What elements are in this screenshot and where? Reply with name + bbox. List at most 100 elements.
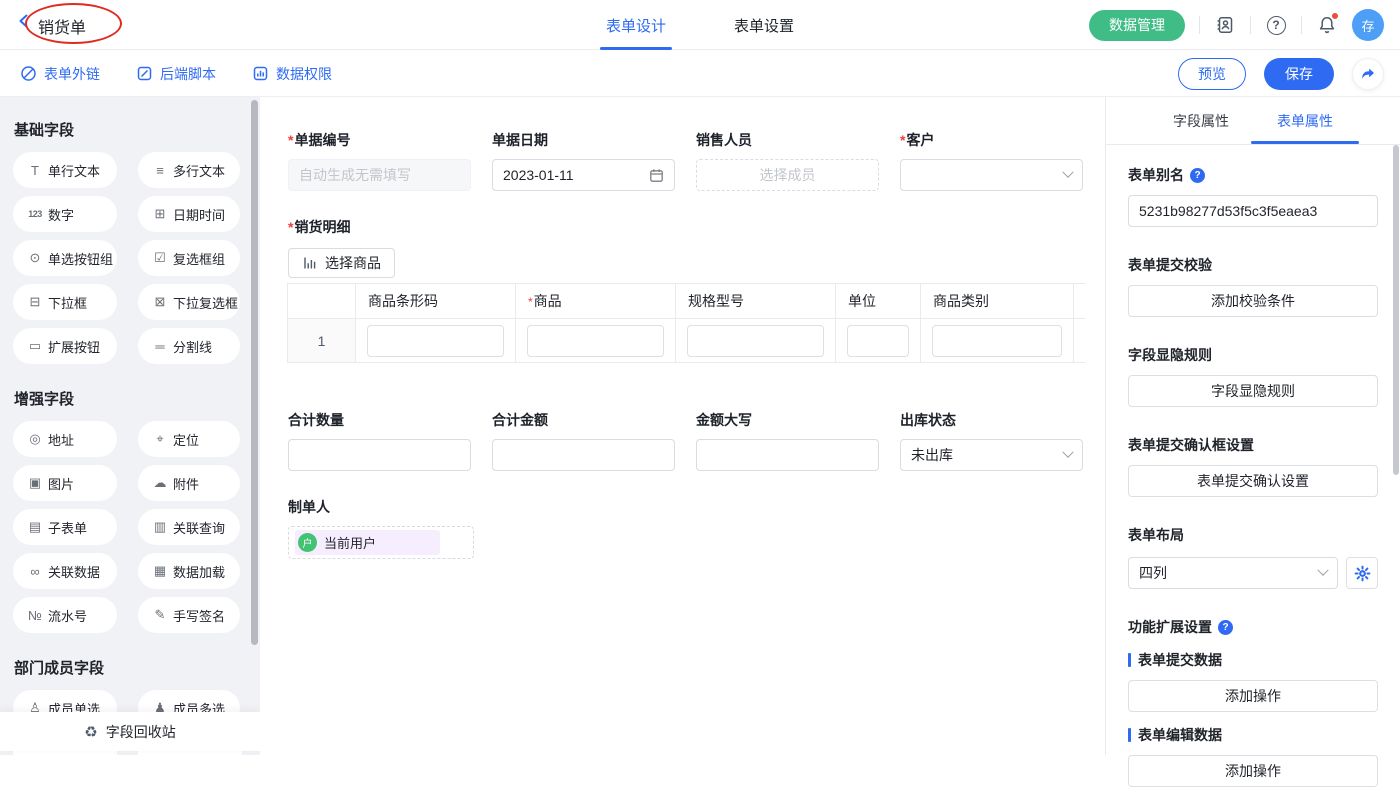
- field-item-checkbox-group[interactable]: ☑复选框组: [138, 240, 240, 276]
- field-item-single-line-text[interactable]: T单行文本: [13, 152, 117, 188]
- creator-picker[interactable]: 户 当前用户: [288, 526, 474, 559]
- category-cell: [921, 319, 1074, 363]
- field-item-related-query[interactable]: ▥关联查询: [138, 509, 240, 545]
- back-button[interactable]: [16, 13, 32, 29]
- gear-icon: [1354, 565, 1371, 582]
- field-item-subform[interactable]: ▤子表单: [13, 509, 117, 545]
- select-goods-button[interactable]: 选择商品: [288, 248, 395, 278]
- app-header: 销货单 表单设计 表单设置 数据管理 ?: [0, 0, 1400, 50]
- submit-confirm-button[interactable]: 表单提交确认设置: [1128, 465, 1378, 497]
- recycle-icon: ♻: [84, 723, 97, 741]
- field-order-no[interactable]: 单据编号: [288, 130, 471, 191]
- field-creator[interactable]: 制单人 户 当前用户: [288, 497, 474, 559]
- share-arrow-icon: [1360, 66, 1376, 82]
- field-visibility-button[interactable]: 字段显隐规则: [1128, 375, 1378, 407]
- field-item-multi-line-text[interactable]: ≡多行文本: [138, 152, 240, 188]
- spec-input[interactable]: [687, 325, 824, 357]
- field-item-address[interactable]: ◎地址: [13, 421, 117, 457]
- layout-select[interactable]: 四列: [1128, 557, 1338, 589]
- data-permission-button[interactable]: 数据权限: [252, 64, 332, 84]
- field-salesperson[interactable]: 销售人员 选择成员: [696, 130, 879, 191]
- user-avatar[interactable]: 存: [1352, 9, 1384, 41]
- field-item-location[interactable]: ⌖定位: [138, 421, 240, 457]
- field-item-radio-group[interactable]: ⊙单选按钮组: [13, 240, 117, 276]
- tab-form-design[interactable]: 表单设计: [606, 0, 666, 50]
- total-amount-input[interactable]: [492, 439, 675, 471]
- data-manage-button[interactable]: 数据管理: [1089, 10, 1185, 41]
- customer-select[interactable]: [900, 159, 1083, 191]
- col-product: 商品: [516, 284, 676, 319]
- col-unit: 单位: [836, 284, 921, 319]
- field-item-attachment[interactable]: ☁附件: [138, 465, 240, 501]
- edit-data-subheading: 表单编辑数据: [1128, 725, 1378, 745]
- preview-button[interactable]: 预览: [1178, 58, 1246, 90]
- form-alias-input[interactable]: [1128, 195, 1378, 227]
- serial-number-icon: №: [26, 608, 44, 623]
- field-item-serial-number[interactable]: №流水号: [13, 597, 117, 633]
- help-icon[interactable]: ?: [1265, 14, 1287, 36]
- col-barcode: 商品条形码: [356, 284, 516, 319]
- cloud-upload-icon: ☁: [151, 475, 169, 491]
- field-customer[interactable]: 客户: [900, 130, 1083, 191]
- header-tabs: 表单设计 表单设置: [606, 0, 794, 50]
- tab-field-properties[interactable]: 字段属性: [1173, 97, 1229, 144]
- field-amount-words[interactable]: 金额大写: [696, 410, 879, 471]
- form-design-canvas[interactable]: 单据编号 单据日期 2023-01-11 销售人员 选择成员 客户: [260, 97, 1105, 755]
- edit-data-add-button[interactable]: 添加操作: [1128, 755, 1378, 787]
- field-recycle-bin-button[interactable]: ♻ 字段回收站: [0, 712, 260, 751]
- share-button[interactable]: [1352, 58, 1384, 90]
- field-item-multi-dropdown[interactable]: ⊠下拉复选框: [138, 284, 240, 320]
- submit-data-subheading: 表单提交数据: [1128, 650, 1378, 670]
- stock-status-select[interactable]: 未出库: [900, 439, 1083, 471]
- sidebar-scrollbar[interactable]: [251, 100, 258, 645]
- save-button[interactable]: 保存: [1264, 58, 1334, 90]
- salesperson-picker[interactable]: 选择成员: [696, 159, 879, 191]
- field-item-signature[interactable]: ✎手写签名: [138, 597, 240, 633]
- order-date-input[interactable]: 2023-01-11: [492, 159, 675, 191]
- field-item-related-data[interactable]: ∞关联数据: [13, 553, 117, 589]
- active-tab-underline: [1251, 141, 1359, 144]
- barcode-cell: [356, 319, 516, 363]
- submit-data-add-button[interactable]: 添加操作: [1128, 680, 1378, 712]
- backend-script-button[interactable]: 后端脚本: [136, 64, 216, 84]
- field-item-divider-line[interactable]: ═分割线: [138, 328, 240, 364]
- divider: [1301, 16, 1302, 34]
- field-stock-status[interactable]: 出库状态 未出库: [900, 410, 1083, 471]
- field-item-extend-button[interactable]: ▭扩展按钮: [13, 328, 117, 364]
- unit-input[interactable]: [847, 325, 909, 357]
- total-qty-input[interactable]: [288, 439, 471, 471]
- amount-words-input[interactable]: [696, 439, 879, 471]
- layout-settings-button[interactable]: [1346, 557, 1378, 589]
- field-order-date[interactable]: 单据日期 2023-01-11: [492, 130, 675, 191]
- total-amount-label: 合计金额: [492, 410, 675, 430]
- add-validation-button[interactable]: 添加校验条件: [1128, 285, 1378, 317]
- field-total-qty[interactable]: 合计数量: [288, 410, 471, 471]
- order-no-input[interactable]: [288, 159, 471, 191]
- related-query-icon: ▥: [151, 519, 169, 535]
- category-input[interactable]: [932, 325, 1062, 357]
- field-item-data-load[interactable]: ▦数据加载: [138, 553, 240, 589]
- external-link-button[interactable]: 表单外链: [20, 64, 100, 84]
- field-item-image[interactable]: ▣图片: [13, 465, 117, 501]
- row-number-cell: 1: [288, 319, 356, 363]
- address-book-icon[interactable]: [1214, 14, 1236, 36]
- product-input[interactable]: [527, 325, 664, 357]
- col-category: 商品类别: [921, 284, 1074, 319]
- field-item-datetime[interactable]: ⊞日期时间: [138, 196, 240, 232]
- data-load-chart-icon: ▦: [151, 563, 169, 579]
- tab-form-properties-label: 表单属性: [1277, 111, 1333, 131]
- barcode-input[interactable]: [367, 325, 504, 357]
- notification-bell-icon[interactable]: [1316, 14, 1338, 36]
- current-user-tag: 户 当前用户: [295, 530, 440, 555]
- field-item-number[interactable]: 123数字: [13, 196, 117, 232]
- panel-scrollbar[interactable]: [1393, 145, 1399, 475]
- field-item-dropdown[interactable]: ⊟下拉框: [13, 284, 117, 320]
- tab-form-properties[interactable]: 表单属性: [1277, 97, 1333, 144]
- calendar-icon: [649, 168, 664, 183]
- field-total-amount[interactable]: 合计金额: [492, 410, 675, 471]
- tab-form-settings[interactable]: 表单设置: [734, 0, 794, 50]
- help-icon[interactable]: ?: [1218, 620, 1233, 635]
- field-sales-detail[interactable]: 销货明细 选择商品: [288, 217, 395, 278]
- detail-table-header-row: 商品条形码 商品 规格型号 单位 商品类别: [288, 284, 1086, 319]
- help-icon[interactable]: ?: [1190, 168, 1205, 183]
